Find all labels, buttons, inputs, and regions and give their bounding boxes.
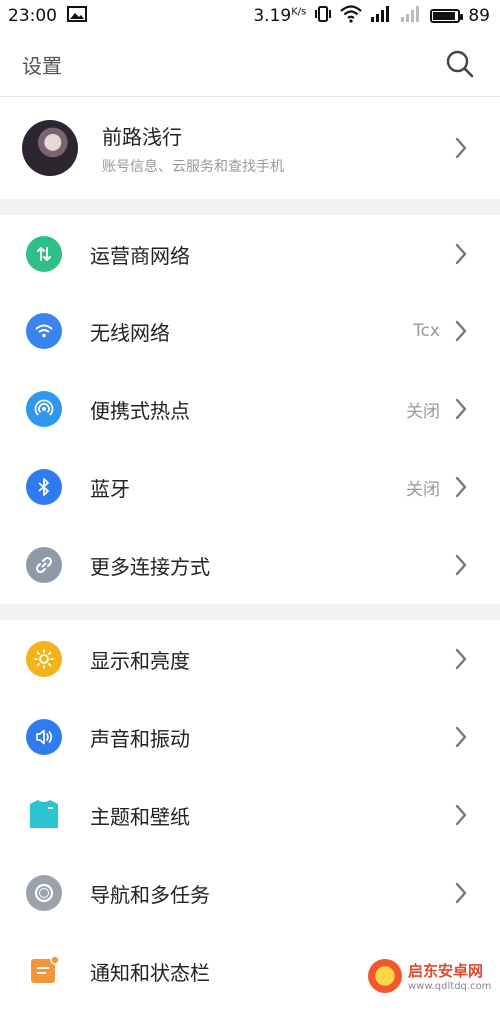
chevron-right-icon (454, 475, 468, 499)
settings-item-carrier-network[interactable]: 运营商网络 (0, 215, 500, 293)
link-icon (26, 547, 62, 583)
hotspot-status: 关闭 (406, 401, 440, 422)
settings-item-wifi[interactable]: 无线网络 Tcx (0, 292, 500, 370)
brightness-icon (26, 641, 62, 677)
notification-icon (26, 953, 62, 989)
chevron-right-icon (454, 136, 468, 160)
chevron-right-icon (454, 319, 468, 343)
settings-item-more-connections[interactable]: 更多连接方式 (0, 526, 500, 604)
settings-item-theme[interactable]: 主题和壁纸 (0, 776, 500, 854)
section-divider (0, 604, 500, 620)
signal-icon (370, 5, 392, 27)
bluetooth-status: 关闭 (406, 479, 440, 500)
wifi-network-name: Tcx (413, 321, 440, 341)
chevron-right-icon (454, 397, 468, 421)
sound-icon (26, 719, 62, 755)
vibrate-icon (314, 5, 332, 28)
settings-item-label: 主题和壁纸 (90, 804, 190, 829)
settings-item-label: 更多连接方式 (90, 554, 210, 579)
settings-item-sound[interactable]: 声音和振动 (0, 698, 500, 776)
settings-item-label: 便携式热点 (90, 398, 190, 423)
account-name: 前路浅行 (102, 124, 182, 149)
wifi-icon (26, 313, 62, 349)
settings-item-display[interactable]: 显示和亮度 (0, 620, 500, 698)
settings-header: 设置 (0, 32, 500, 97)
status-time: 23:00 (8, 6, 57, 26)
watermark-url: www.qdltdq.com (408, 981, 492, 992)
chevron-right-icon (454, 881, 468, 905)
settings-item-label: 声音和振动 (90, 726, 190, 751)
settings-item-label: 显示和亮度 (90, 648, 190, 673)
status-bar: 23:00 3.19K/s 89 (0, 0, 500, 32)
wifi-status-icon (340, 4, 363, 28)
chevron-right-icon (454, 803, 468, 827)
search-button[interactable] (442, 46, 478, 82)
chevron-right-icon (454, 725, 468, 749)
chevron-right-icon (454, 242, 468, 266)
chevron-right-icon (454, 647, 468, 671)
settings-item-bluetooth[interactable]: 蓝牙 关闭 (0, 448, 500, 526)
avatar (22, 120, 78, 176)
settings-item-label: 运营商网络 (90, 243, 190, 268)
battery-level: 89 (468, 6, 490, 26)
mobile-data-icon (26, 236, 62, 272)
account-row[interactable]: 前路浅行 账号信息、云服务和查找手机 (0, 97, 500, 199)
gallery-icon (67, 5, 87, 27)
settings-item-label: 导航和多任务 (90, 882, 210, 907)
settings-item-hotspot[interactable]: 便携式热点 关闭 (0, 370, 500, 448)
watermark: 启东安卓网 www.qdltdq.com (368, 954, 498, 998)
signal-secondary-icon (400, 5, 422, 27)
bluetooth-icon (26, 469, 62, 505)
settings-item-label: 蓝牙 (90, 476, 130, 501)
settings-item-navigation[interactable]: 导航和多任务 (0, 854, 500, 932)
navigation-icon (26, 875, 62, 911)
page-title: 设置 (22, 53, 62, 78)
chevron-right-icon (454, 553, 468, 577)
search-icon (446, 50, 474, 78)
section-divider (0, 199, 500, 215)
settings-item-label: 无线网络 (90, 320, 170, 345)
network-speed: 3.19K/s (253, 6, 307, 26)
account-subtitle: 账号信息、云服务和查找手机 (102, 158, 284, 175)
watermark-logo (368, 959, 402, 993)
battery-icon (430, 9, 464, 23)
watermark-text: 启东安卓网 (408, 962, 484, 980)
theme-icon (26, 797, 62, 833)
hotspot-icon (26, 391, 62, 427)
